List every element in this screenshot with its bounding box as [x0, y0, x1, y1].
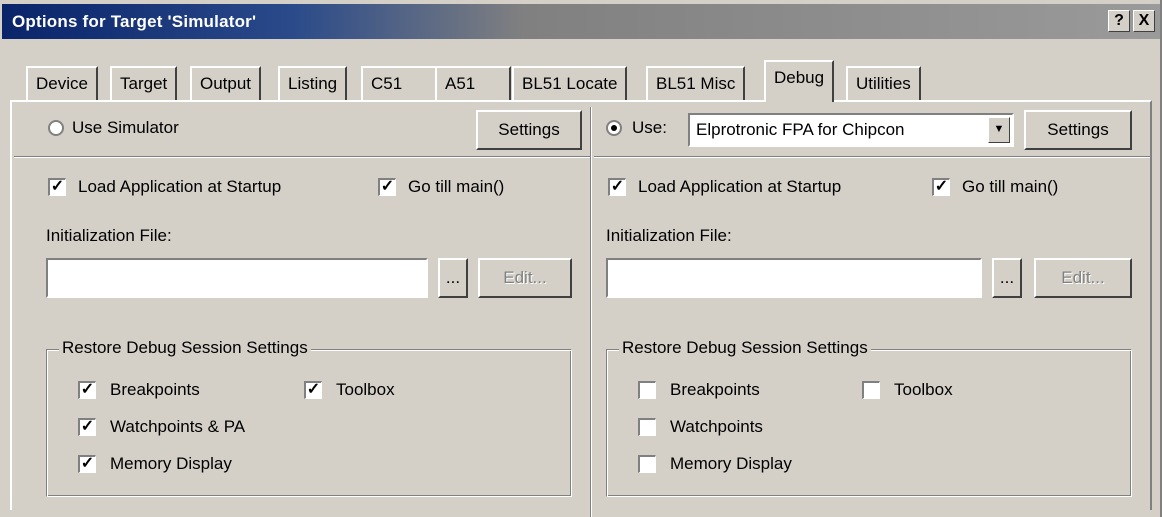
right-watchpoints-label: Watchpoints	[670, 417, 763, 436]
driver-settings-button[interactable]: Settings	[1024, 110, 1132, 150]
right-go-till-main-label: Go till main()	[962, 177, 1059, 196]
tab-debug[interactable]: Debug	[764, 60, 835, 102]
tab-c51[interactable]: C51	[361, 66, 437, 100]
left-browse-button[interactable]: ...	[438, 258, 468, 298]
left-watchpoints-label: Watchpoints & PA	[110, 417, 246, 436]
left-init-file-input[interactable]	[46, 258, 428, 298]
left-go-till-main-checkbox[interactable]: ✓	[378, 178, 396, 196]
dialog-title: Options for Target 'Simulator'	[12, 11, 257, 31]
left-memory-label: Memory Display	[110, 454, 232, 473]
right-breakpoints-label: Breakpoints	[670, 380, 760, 399]
tab-bl51-locate[interactable]: BL51 Locate	[512, 66, 628, 100]
left-watchpoints-checkbox[interactable]: ✓	[78, 418, 96, 436]
right-memory-checkbox[interactable]	[638, 455, 656, 473]
right-init-file-label: Initialization File:	[606, 226, 732, 245]
right-go-till-main-checkbox[interactable]: ✓	[932, 178, 950, 196]
left-breakpoints-checkbox[interactable]: ✓	[78, 381, 96, 399]
tab-a51[interactable]: A51	[435, 66, 511, 100]
right-restore-group-title: Restore Debug Session Settings	[619, 338, 871, 358]
right-toolbox-checkbox[interactable]	[862, 381, 880, 399]
right-toolbox-label: Toolbox	[894, 380, 953, 399]
left-memory-checkbox[interactable]: ✓	[78, 455, 96, 473]
driver-select-value: Elprotronic FPA for Chipcon	[696, 120, 905, 139]
left-load-app-label: Load Application at Startup	[78, 177, 282, 196]
right-separator	[594, 156, 1150, 158]
tab-target[interactable]: Target	[110, 66, 178, 100]
tab-bl51-misc[interactable]: BL51 Misc	[646, 66, 746, 100]
driver-select[interactable]: Elprotronic FPA for Chipcon ▼	[688, 113, 1014, 147]
use-driver-label: Use:	[632, 118, 667, 137]
right-load-app-checkbox[interactable]: ✓	[608, 178, 626, 196]
close-button[interactable]: X	[1133, 10, 1155, 32]
left-edit-button[interactable]: Edit...	[478, 258, 572, 298]
use-simulator-radio[interactable]	[48, 120, 64, 136]
panel-divider	[590, 107, 592, 517]
left-load-app-checkbox[interactable]: ✓	[48, 178, 66, 196]
title-bar: Options for Target 'Simulator' ? X	[2, 4, 1160, 39]
right-load-app-label: Load Application at Startup	[638, 177, 842, 196]
left-breakpoints-label: Breakpoints	[110, 380, 200, 399]
left-toolbox-checkbox[interactable]: ✓	[304, 381, 322, 399]
left-go-till-main-label: Go till main()	[408, 177, 505, 196]
left-restore-group-title: Restore Debug Session Settings	[59, 338, 311, 358]
chevron-down-icon[interactable]: ▼	[988, 117, 1010, 143]
left-toolbox-label: Toolbox	[336, 380, 395, 399]
left-separator	[14, 156, 590, 158]
options-dialog: Options for Target 'Simulator' ? X Devic…	[0, 0, 1162, 517]
tab-output[interactable]: Output	[190, 66, 262, 100]
tab-strip: Device Target Output Listing C51 A51 BL5…	[14, 60, 1154, 102]
tab-listing[interactable]: Listing	[278, 66, 348, 100]
use-driver-radio[interactable]	[606, 120, 622, 136]
right-watchpoints-checkbox[interactable]	[638, 418, 656, 436]
help-button[interactable]: ?	[1108, 10, 1130, 32]
simulator-settings-button[interactable]: Settings	[476, 110, 582, 150]
right-memory-label: Memory Display	[670, 454, 792, 473]
right-init-file-input[interactable]	[606, 258, 982, 298]
left-init-file-label: Initialization File:	[46, 226, 172, 245]
right-breakpoints-checkbox[interactable]	[638, 381, 656, 399]
tab-device[interactable]: Device	[26, 66, 98, 100]
tab-utilities[interactable]: Utilities	[846, 66, 921, 100]
right-edit-button[interactable]: Edit...	[1034, 258, 1132, 298]
use-simulator-label: Use Simulator	[72, 118, 179, 137]
right-browse-button[interactable]: ...	[992, 258, 1022, 298]
